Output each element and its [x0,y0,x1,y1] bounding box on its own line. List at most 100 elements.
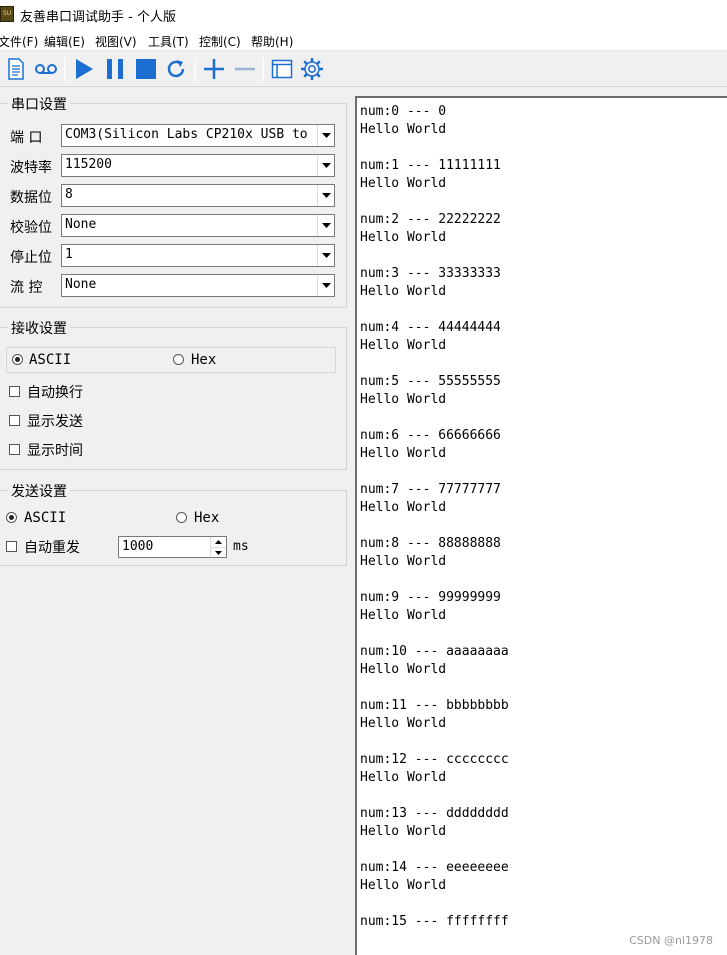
pause-icon[interactable] [102,55,128,83]
log-entry: num:2 --- 22222222 Hello World [360,211,509,265]
log-line-message: Hello World [360,122,447,137]
chevron-down-icon[interactable] [317,275,334,296]
new-document-icon[interactable] [3,55,29,83]
log-line-num: num:8 --- 88888888 [360,536,501,551]
play-icon[interactable] [71,55,97,83]
record-icon[interactable] [33,55,59,83]
show-send-label: 显示发送 [27,414,83,430]
toolbar [0,51,727,87]
chevron-down-icon[interactable] [317,245,334,266]
flow-control-label: 流 控 [10,280,43,296]
stop-bits-label: 停止位 [10,250,52,266]
send-ascii-label: ASCII [24,510,67,526]
log-line-message: Hello World [360,176,447,191]
log-line-num: num:10 --- aaaaaaaa [360,644,509,659]
add-icon[interactable] [201,55,227,83]
log-line-num: num:6 --- 66666666 [360,428,501,443]
send-hex-radio[interactable] [176,512,187,523]
auto-resend-label: 自动重发 [24,540,80,556]
log-line-message: Hello World [360,878,447,893]
log-line-num: num:2 --- 22222222 [360,212,501,227]
log-line-message: Hello World [360,770,447,785]
log-line-num: num:1 --- 11111111 [360,158,501,173]
stop-bits-select[interactable]: 1 [61,244,335,267]
window-icon[interactable] [269,55,295,83]
menu-edit[interactable]: 编辑(E) [44,33,85,50]
send-ascii-radio[interactable] [6,512,17,523]
resend-interval-spinbox[interactable]: 1000 [118,536,227,558]
receive-settings-title: 接收设置 [8,318,70,338]
receive-ascii-label: ASCII [29,352,72,368]
auto-wrap-label: 自动换行 [27,385,83,401]
send-settings-title: 发送设置 [8,481,70,501]
settings-gear-icon[interactable] [299,55,325,83]
auto-wrap-checkbox[interactable] [9,386,20,397]
log-line-num: num:12 --- cccccccc [360,752,509,767]
receive-textarea[interactable]: num:0 --- 0 Hello World num:1 --- 11111111… [355,96,727,955]
receive-ascii-radio[interactable] [12,354,23,365]
log-line-num: num:4 --- 44444444 [360,320,501,335]
log-entry: num:9 --- 99999999 Hello World [360,589,509,643]
flow-control-select[interactable]: None [61,274,335,297]
flow-control-value: None [65,277,97,292]
log-entry: num:14 --- eeeeeeee Hello World [360,859,509,913]
log-entry: num:10 --- aaaaaaaa Hello World [360,643,509,697]
auto-resend-checkbox[interactable] [6,541,17,552]
menu-bar: 文件(F) 编辑(E) 视图(V) 工具(T) 控制(C) 帮助(H) [0,30,727,51]
show-send-checkbox[interactable] [9,415,20,426]
send-hex-label: Hex [194,510,220,526]
menu-tools[interactable]: 工具(T) [148,33,189,50]
log-entry: num:3 --- 33333333 Hello World [360,265,509,319]
remove-icon[interactable] [232,55,258,83]
parity-value: None [65,217,97,232]
log-line-message: Hello World [360,446,447,461]
log-entry: num:1 --- 11111111 Hello World [360,157,509,211]
log-line-num: num:14 --- eeeeeeee [360,860,509,875]
toolbar-separator [64,57,65,81]
watermark-text: CSDN @ni1978 [629,934,713,947]
log-entry: num:7 --- 77777777 Hello World [360,481,509,535]
show-time-checkbox[interactable] [9,444,20,455]
log-entry: num:0 --- 0 Hello World [360,103,509,157]
chevron-down-icon[interactable] [317,215,334,236]
log-line-num: num:5 --- 55555555 [360,374,501,389]
chevron-down-icon[interactable] [317,185,334,206]
log-line-message: Hello World [360,338,447,353]
log-line-message: Hello World [360,662,447,677]
baud-select[interactable]: 115200 [61,154,335,177]
data-bits-value: 8 [65,187,73,202]
menu-file[interactable]: 文件(F) [0,33,38,50]
port-value: COM3(Silicon Labs CP210x USB to [65,127,308,142]
log-line-message: Hello World [360,284,447,299]
menu-view[interactable]: 视图(V) [95,33,137,50]
parity-label: 校验位 [10,220,52,236]
log-line-message: Hello World [360,500,447,515]
parity-select[interactable]: None [61,214,335,237]
log-line-num: num:13 --- dddddddd [360,806,509,821]
log-line-num: num:7 --- 77777777 [360,482,501,497]
receive-hex-radio[interactable] [173,354,184,365]
log-entry: num:13 --- dddddddd Hello World [360,805,509,859]
show-time-label: 显示时间 [27,443,83,459]
data-bits-select[interactable]: 8 [61,184,335,207]
app-icon: SU [0,6,14,22]
log-entry: num:4 --- 44444444 Hello World [360,319,509,373]
log-line-num: num:0 --- 0 [360,104,447,119]
chevron-down-icon[interactable] [317,125,334,146]
log-line-message: Hello World [360,716,447,731]
stop-icon[interactable] [133,55,159,83]
menu-help[interactable]: 帮助(H) [251,33,293,50]
menu-control[interactable]: 控制(C) [199,33,241,50]
refresh-icon[interactable] [163,55,189,83]
chevron-down-icon[interactable] [317,155,334,176]
log-entry: num:6 --- 66666666 Hello World [360,427,509,481]
log-line-num: num:15 --- ffffffff [360,914,509,929]
port-select[interactable]: COM3(Silicon Labs CP210x USB to [61,124,335,147]
data-bits-label: 数据位 [10,190,52,206]
spin-up-icon[interactable] [210,537,226,547]
spin-down-icon[interactable] [210,547,226,557]
receive-hex-label: Hex [191,352,217,368]
toolbar-separator [263,57,264,81]
log-line-message: Hello World [360,230,447,245]
log-entry: num:11 --- bbbbbbbb Hello World [360,697,509,751]
